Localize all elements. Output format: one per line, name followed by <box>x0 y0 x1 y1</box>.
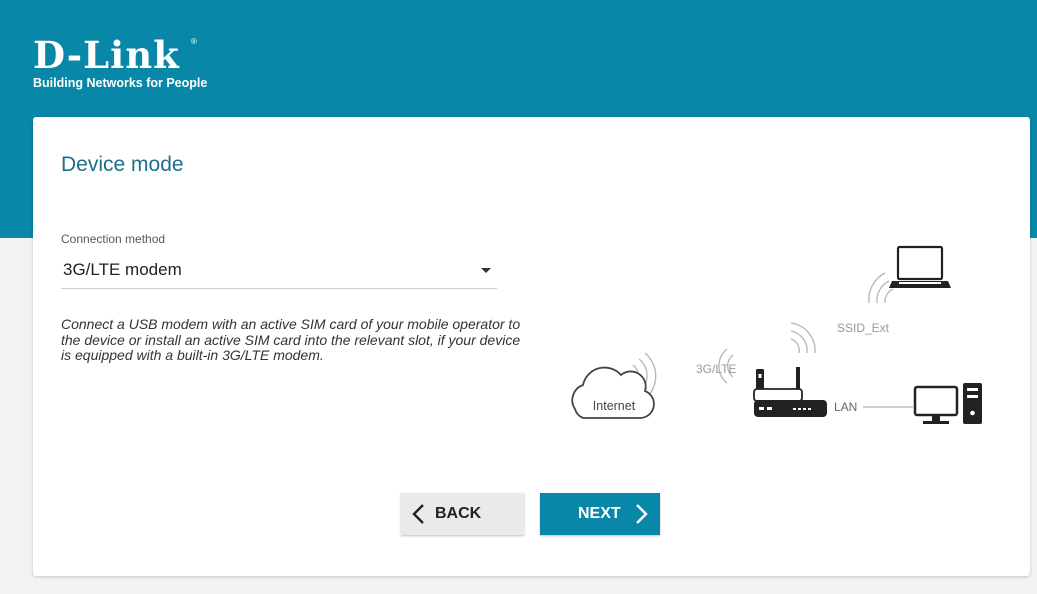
usb-modem-icon <box>756 369 764 391</box>
wifi-label: SSID_Ext <box>837 321 890 335</box>
laptop-icon <box>889 245 951 288</box>
logo-wordmark: D-Link <box>33 33 180 77</box>
internet-label: Internet <box>593 399 636 413</box>
desktop-pc-icon <box>913 383 982 424</box>
connection-method-value: 3G/LTE modem <box>63 260 182 279</box>
connection-method-description: Connect a USB modem with an active SIM c… <box>61 316 521 363</box>
logo-registered-mark: ® <box>191 37 197 46</box>
back-button[interactable]: BACK <box>401 493 524 535</box>
mobile-label: 3G/LTE <box>696 362 736 376</box>
next-button[interactable]: NEXT <box>540 493 660 535</box>
chevron-left-icon <box>412 504 424 524</box>
connection-method-label: Connection method <box>61 232 166 246</box>
router-icon <box>753 367 827 417</box>
caret-down-icon <box>481 268 491 273</box>
chevron-right-icon <box>635 504 648 524</box>
logo-tagline: Building Networks for People <box>33 76 208 90</box>
back-button-label: BACK <box>435 505 482 522</box>
next-button-label: NEXT <box>578 505 621 522</box>
lan-label: LAN <box>834 400 857 414</box>
network-diagram: Internet 3G/LTE SSID_Ext LAN <box>571 245 982 424</box>
dlink-logo: D-Link ® Building Networks for People <box>33 33 208 91</box>
page-title: Device mode <box>61 153 184 176</box>
connection-method-select[interactable]: 3G/LTE modem <box>61 252 497 289</box>
device-mode-card: Device mode Connection method 3G/LTE mod… <box>33 117 1030 576</box>
